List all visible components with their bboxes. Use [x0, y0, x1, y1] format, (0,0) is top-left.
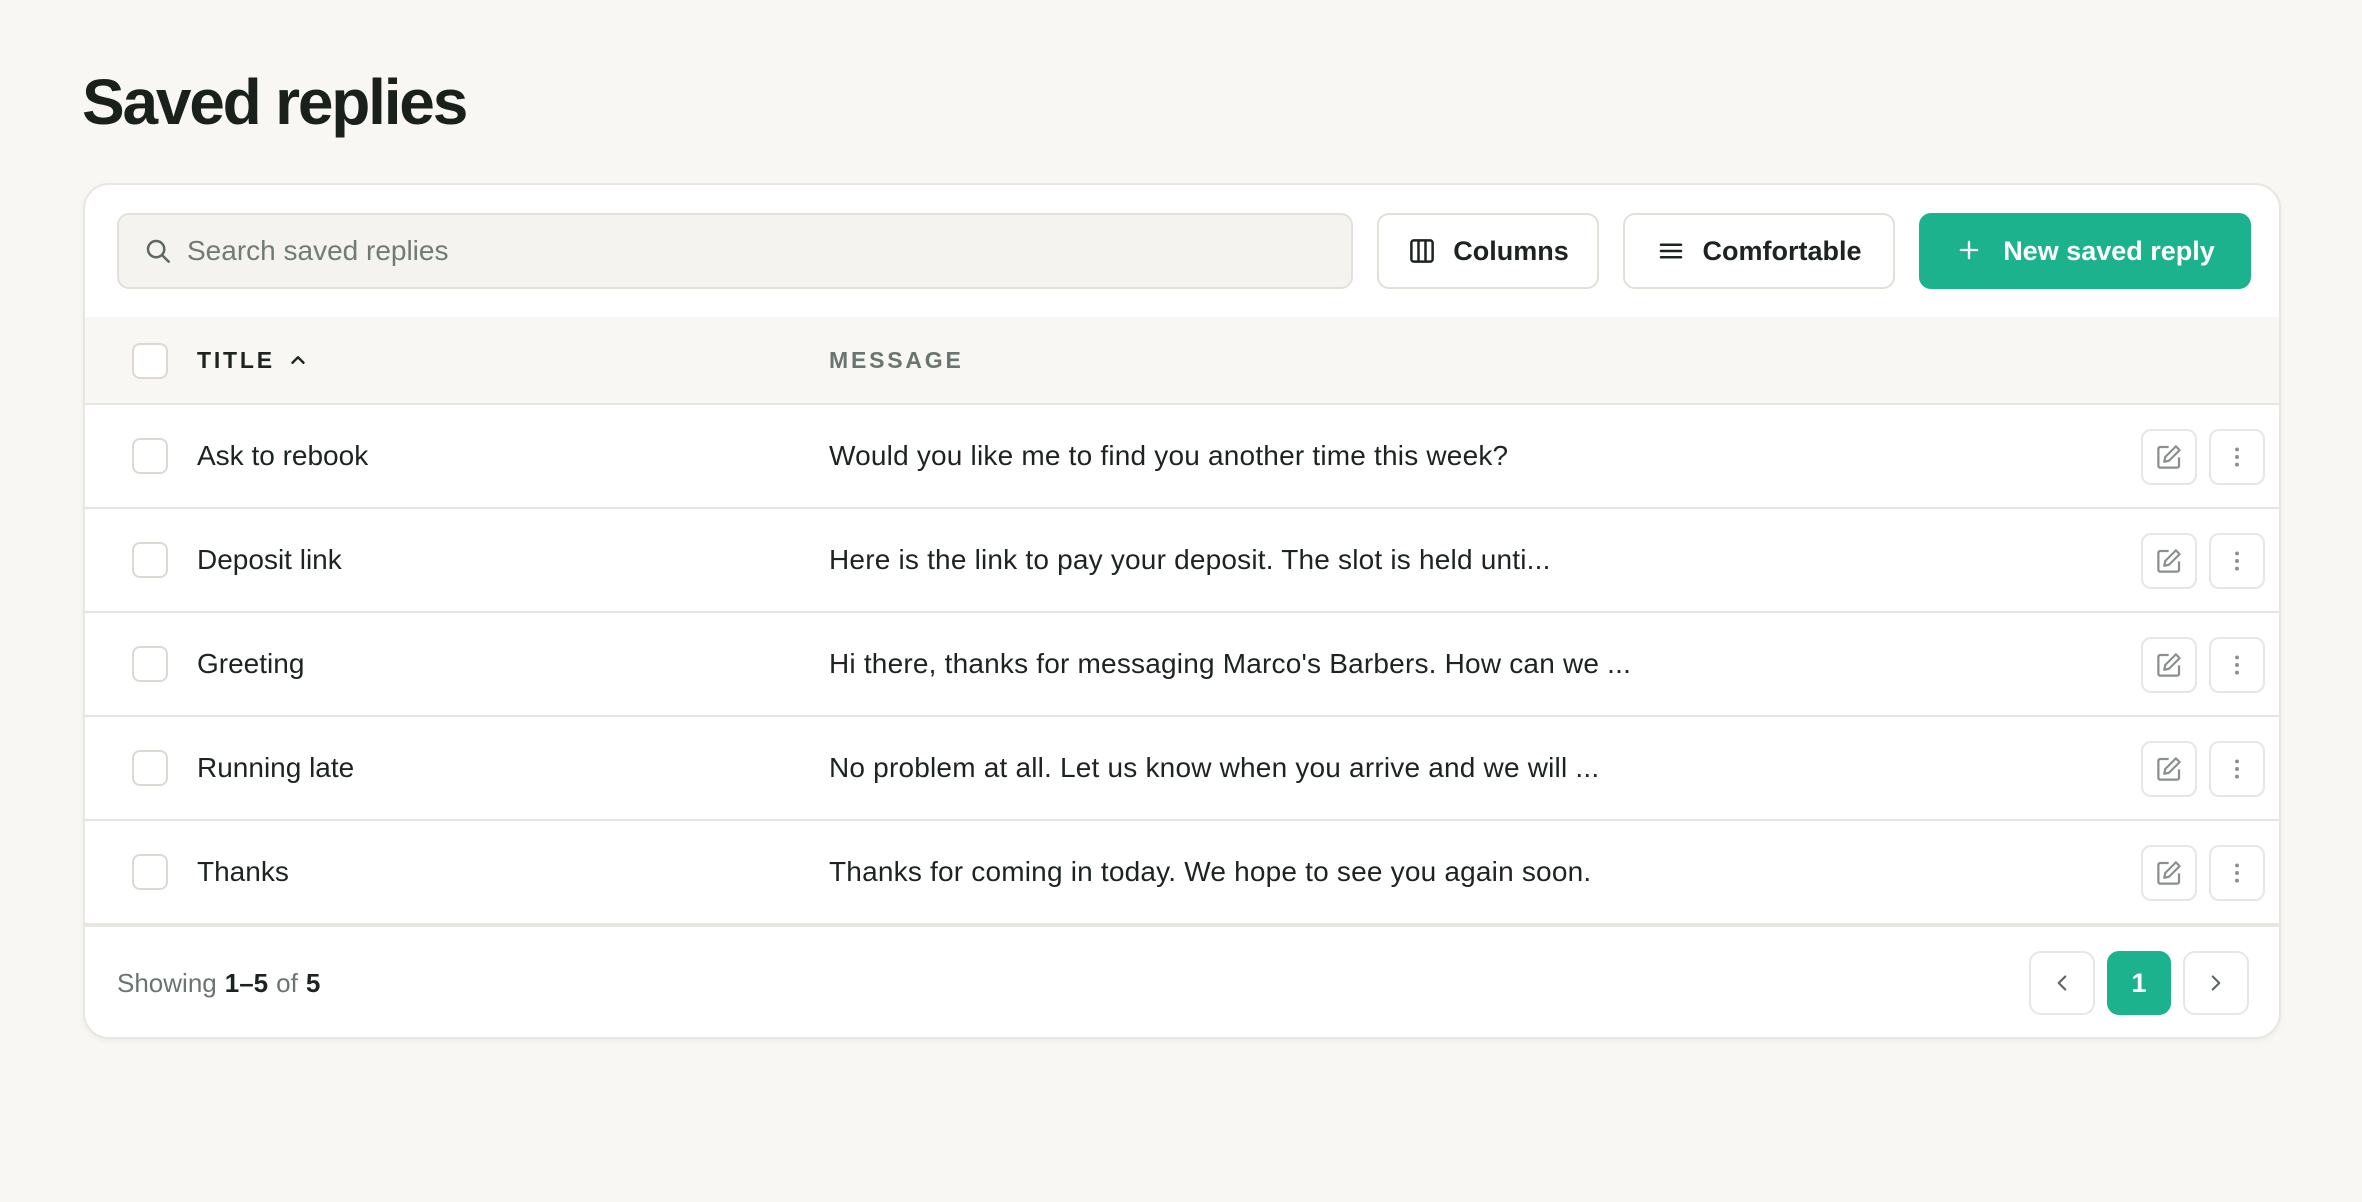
- columns-icon: [1407, 236, 1437, 266]
- row-title: Thanks: [197, 856, 289, 887]
- saved-replies-card: Columns Comfortable New saved reply TITL…: [83, 183, 2281, 1039]
- showing-range: 1–5: [224, 967, 269, 998]
- density-button[interactable]: Comfortable: [1623, 213, 1895, 289]
- select-all-checkbox[interactable]: [132, 343, 168, 379]
- next-page-button[interactable]: [2183, 951, 2249, 1015]
- edit-icon: [2157, 549, 2181, 573]
- more-vertical-icon: [2235, 551, 2239, 571]
- row-checkbox[interactable]: [132, 854, 168, 890]
- page-title: Saved replies: [82, 66, 468, 138]
- previous-page-button[interactable]: [2029, 951, 2095, 1015]
- row-message: Would you like me to find you another ti…: [829, 440, 1509, 471]
- plus-icon: [1955, 236, 1985, 266]
- table-header: TITLE MESSAGE: [85, 317, 2279, 405]
- more-vertical-icon: [2235, 863, 2239, 883]
- search-input[interactable]: [187, 235, 1287, 267]
- saved-replies-page: Saved replies Columns Comfortable: [0, 0, 2362, 1202]
- more-button[interactable]: [2209, 741, 2265, 797]
- density-button-label: Comfortable: [1702, 235, 1862, 266]
- edit-icon: [2157, 653, 2181, 677]
- edit-button[interactable]: [2141, 741, 2197, 797]
- more-vertical-icon: [2235, 447, 2239, 467]
- row-message: Here is the link to pay your deposit. Th…: [829, 544, 1551, 575]
- edit-icon: [2157, 861, 2181, 885]
- search-icon: [143, 236, 173, 266]
- edit-icon: [2157, 757, 2181, 781]
- column-header-title[interactable]: TITLE: [197, 317, 309, 403]
- table-footer: Showing 1–5 of 5 1: [85, 925, 2279, 1037]
- edit-button[interactable]: [2141, 637, 2197, 693]
- columns-button-label: Columns: [1453, 235, 1569, 266]
- row-message: Thanks for coming in today. We hope to s…: [829, 856, 1592, 887]
- row-title: Greeting: [197, 648, 305, 679]
- more-vertical-icon: [2235, 655, 2239, 675]
- showing-prefix: Showing: [117, 967, 217, 998]
- column-header-message[interactable]: MESSAGE: [829, 317, 964, 403]
- table-row[interactable]: Ask to rebook Would you like me to find …: [85, 405, 2279, 509]
- more-button[interactable]: [2209, 429, 2265, 485]
- more-button[interactable]: [2209, 845, 2265, 901]
- edit-button[interactable]: [2141, 845, 2197, 901]
- row-title: Ask to rebook: [197, 440, 369, 471]
- row-checkbox[interactable]: [132, 646, 168, 682]
- row-message: No problem at all. Let us know when you …: [829, 752, 1600, 783]
- row-checkbox[interactable]: [132, 438, 168, 474]
- row-checkbox[interactable]: [132, 542, 168, 578]
- more-vertical-icon: [2235, 759, 2239, 779]
- row-title: Deposit link: [197, 544, 342, 575]
- table-row[interactable]: Greeting Hi there, thanks for messaging …: [85, 613, 2279, 717]
- edit-button[interactable]: [2141, 533, 2197, 589]
- new-saved-reply-label: New saved reply: [2003, 235, 2215, 266]
- more-button[interactable]: [2209, 533, 2265, 589]
- column-header-title-label: TITLE: [197, 346, 275, 373]
- columns-button[interactable]: Columns: [1377, 213, 1599, 289]
- new-saved-reply-button[interactable]: New saved reply: [1919, 213, 2251, 289]
- pagination-summary: Showing 1–5 of 5: [117, 927, 328, 1037]
- chevron-up-icon: [287, 349, 309, 371]
- row-checkbox[interactable]: [132, 750, 168, 786]
- showing-of: of: [276, 967, 298, 998]
- chevron-left-icon: [2057, 975, 2067, 991]
- edit-icon: [2157, 445, 2181, 469]
- table-row[interactable]: Running late No problem at all. Let us k…: [85, 717, 2279, 821]
- more-button[interactable]: [2209, 637, 2265, 693]
- toolbar: Columns Comfortable New saved reply: [85, 185, 2279, 317]
- chevron-right-icon: [2211, 975, 2221, 991]
- search-box[interactable]: [117, 213, 1353, 289]
- row-title: Running late: [197, 752, 355, 783]
- edit-button[interactable]: [2141, 429, 2197, 485]
- table-row[interactable]: Thanks Thanks for coming in today. We ho…: [85, 821, 2279, 925]
- showing-total: 5: [305, 967, 321, 998]
- menu-lines-icon: [1656, 236, 1686, 266]
- table-row[interactable]: Deposit link Here is the link to pay you…: [85, 509, 2279, 613]
- column-header-message-label: MESSAGE: [829, 346, 964, 373]
- row-message: Hi there, thanks for messaging Marco's B…: [829, 648, 1632, 679]
- page-button-1[interactable]: 1: [2107, 951, 2171, 1015]
